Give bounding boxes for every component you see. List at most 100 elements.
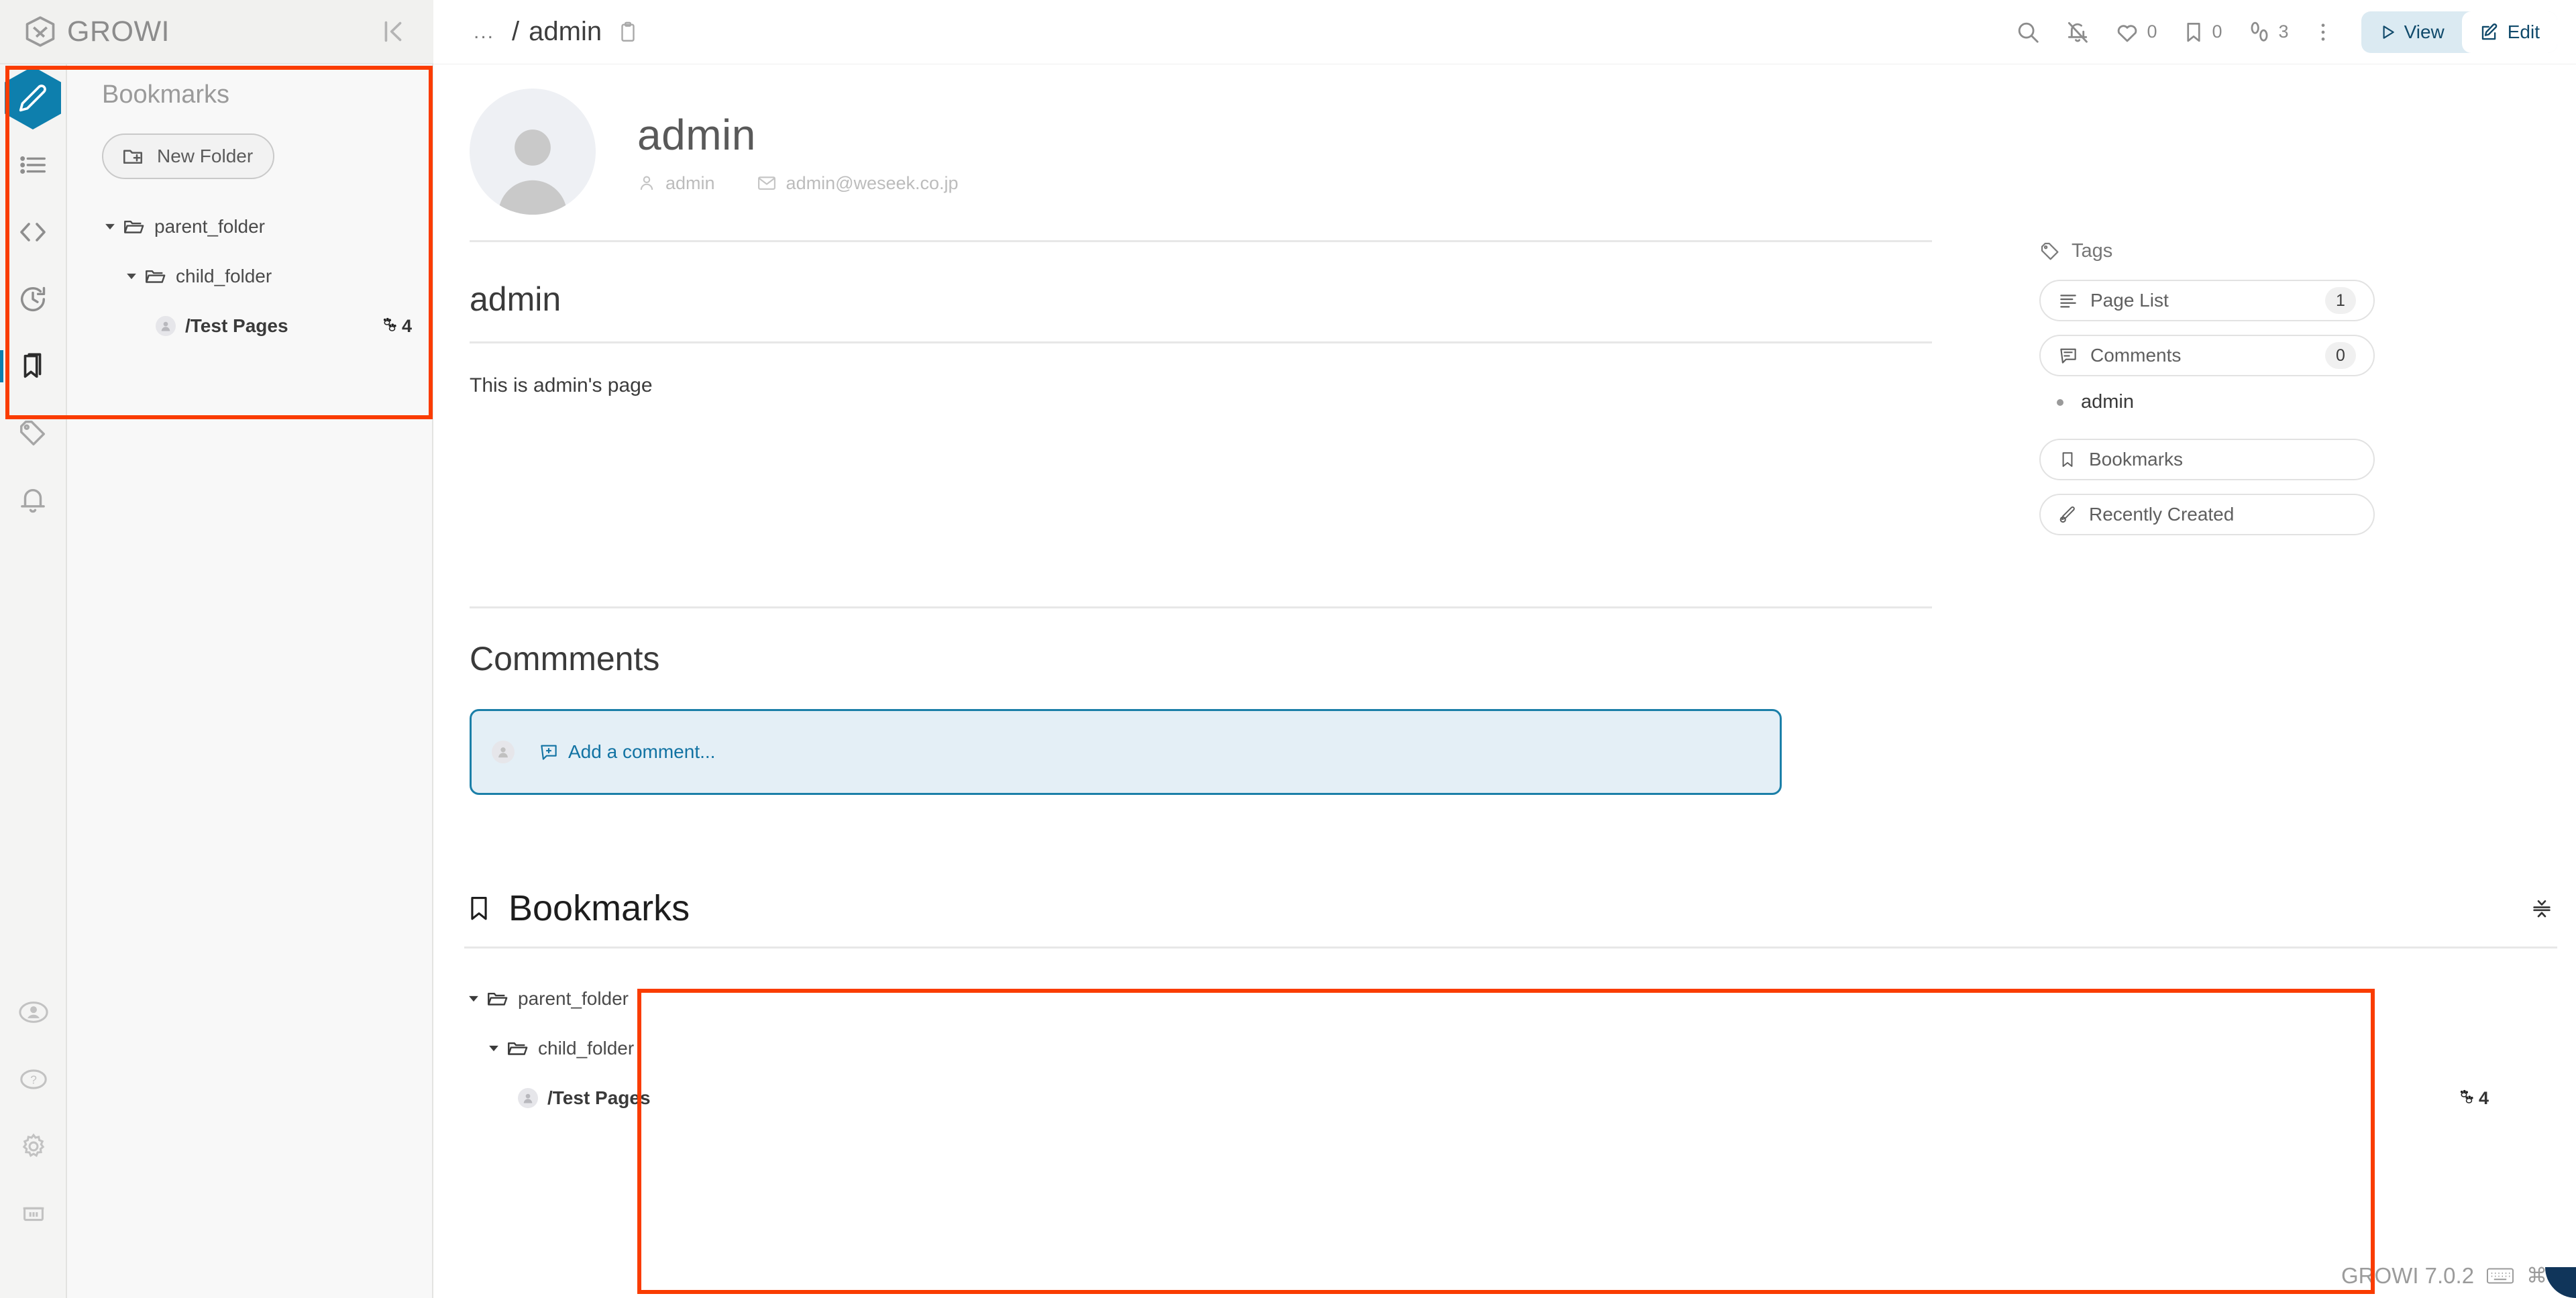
tree-row[interactable]: parent_folder: [67, 202, 432, 252]
view-button[interactable]: View: [2361, 11, 2462, 53]
page-list-entry-label: admin: [2081, 391, 2134, 413]
tree-row-label: child_folder: [538, 1038, 635, 1059]
recently-created-label: Recently Created: [2089, 504, 2235, 525]
tags-label: Tags: [2072, 240, 2113, 262]
bullet-dot-icon: [2057, 398, 2063, 406]
rail-item-help[interactable]: ?: [0, 1046, 67, 1113]
sidebar-collapse-icon[interactable]: [377, 16, 408, 47]
tree-row[interactable]: child_folder: [67, 252, 432, 301]
page-list-button[interactable]: Page List 1: [2039, 280, 2375, 321]
bookmark-counter[interactable]: 0: [2169, 20, 2235, 44]
brand-name: GROWI: [67, 15, 170, 48]
comments-title: Commments: [470, 640, 660, 678]
page-topbar: ... / admin 0 0 3 View Edit: [433, 0, 2576, 64]
paw-icon: [2457, 1088, 2477, 1108]
comment-plus-icon: [539, 742, 559, 762]
collapse-vertical-icon[interactable]: [2530, 897, 2553, 920]
seen-users-count: 4: [380, 316, 412, 337]
seen-counter[interactable]: 3: [2235, 19, 2301, 45]
recently-created-button[interactable]: Recently Created: [2039, 494, 2375, 535]
tree-row[interactable]: /Test Pages 4: [67, 301, 432, 351]
chevron-down-icon[interactable]: [462, 991, 486, 1006]
page-title-divider: [470, 341, 1932, 343]
user-icon: [637, 174, 656, 193]
tree-row[interactable]: parent_folder: [433, 974, 2576, 1024]
chevron-down-icon[interactable]: [482, 1041, 506, 1056]
chevron-down-icon[interactable]: [119, 269, 144, 284]
tree-row[interactable]: child_folder: [433, 1024, 2576, 1073]
profile-email-value: admin@weseek.co.jp: [786, 172, 959, 193]
rail-item-editor[interactable]: [0, 64, 66, 131]
list-icon: [2058, 290, 2078, 311]
comments-section: Commments Add a comment...: [433, 608, 2576, 795]
version-info: GROWI 7.0.2 ⌘-/: [2341, 1263, 2560, 1289]
rail-item-code[interactable]: [0, 199, 66, 266]
seen-users-count: 4: [2457, 1088, 2489, 1109]
keyboard-icon[interactable]: [2486, 1264, 2514, 1287]
tree-row-label: child_folder: [176, 266, 272, 286]
left-icon-rail: ?: [0, 0, 67, 1298]
add-comment-link[interactable]: Add a comment...: [539, 741, 715, 763]
comment-icon: [2058, 345, 2078, 366]
mail-icon: [757, 173, 777, 193]
like-count-value: 0: [2147, 21, 2157, 42]
growi-app: ? GROWI Bookmarks New Folder parent_fold…: [0, 0, 2576, 1298]
rail-item-recent-changes[interactable]: [0, 266, 66, 333]
svg-text:?: ?: [30, 1073, 37, 1087]
rail-item-tags[interactable]: [0, 400, 66, 467]
pen-clock-icon: [2058, 505, 2077, 524]
rail-item-trash[interactable]: [0, 1180, 67, 1247]
bookmarks-panel-title: Bookmarks: [508, 888, 690, 928]
profile-username-value: admin: [665, 172, 715, 193]
rail-item-bookmarks[interactable]: [0, 333, 66, 400]
comments-label: Comments: [2090, 345, 2182, 366]
resize-corner: [2545, 1267, 2576, 1298]
rail-item-settings[interactable]: [0, 1113, 67, 1180]
clipboard-icon[interactable]: [616, 21, 639, 44]
tree-row-label: /Test Pages: [185, 315, 288, 336]
breadcrumb-ellipsis[interactable]: ...: [474, 21, 494, 44]
rail-item-notifications[interactable]: [0, 467, 66, 534]
view-label: View: [2404, 21, 2445, 42]
folder-open-icon: [506, 1037, 529, 1060]
page-side-panel: Tags Page List 1 Comments 0 admin Bookma…: [2039, 240, 2375, 549]
topbar-actions: 0 0 3 View Edit: [2003, 11, 2557, 53]
new-folder-button[interactable]: New Folder: [102, 133, 275, 179]
edit-button[interactable]: Edit: [2461, 11, 2557, 53]
page-list-entry[interactable]: admin: [2057, 391, 2375, 413]
search-icon[interactable]: [2003, 19, 2053, 45]
edit-pencil-square-icon: [2479, 22, 2500, 42]
tag-icon: [2039, 241, 2061, 262]
rail-top-group: [0, 0, 66, 534]
breadcrumb-page[interactable]: admin: [529, 17, 602, 47]
bookmarks-button-label: Bookmarks: [2089, 449, 2184, 470]
tags-row[interactable]: Tags: [2039, 240, 2375, 262]
seen-count-value: 3: [2278, 21, 2289, 42]
folder-plus-icon: [121, 144, 145, 168]
bookmarks-button[interactable]: Bookmarks: [2039, 439, 2375, 480]
paw-icon: [380, 316, 400, 336]
tree-row[interactable]: /Test Pages 4: [433, 1073, 2576, 1123]
add-comment-box[interactable]: Add a comment...: [470, 709, 1782, 795]
add-comment-label: Add a comment...: [568, 741, 716, 762]
bookmark-icon: [464, 894, 494, 923]
folder-open-icon: [486, 987, 508, 1010]
seen-count-value: 4: [2478, 1087, 2489, 1108]
chevron-down-icon[interactable]: [98, 219, 122, 234]
three-dots-vertical-icon[interactable]: [2301, 19, 2345, 45]
rail-item-page-list[interactable]: [0, 131, 66, 199]
comments-button[interactable]: Comments 0: [2039, 335, 2375, 376]
rail-item-account[interactable]: [0, 979, 67, 1046]
folder-open-icon: [122, 215, 145, 238]
footprints-icon: [2247, 19, 2272, 45]
like-counter[interactable]: 0: [2102, 19, 2169, 45]
bookmark-icon: [2058, 450, 2077, 469]
bell-off-icon[interactable]: [2053, 19, 2102, 45]
profile-username: admin: [637, 173, 715, 194]
avatar: [156, 316, 176, 336]
avatar: [492, 741, 515, 763]
bookmarks-sidebar: GROWI Bookmarks New Folder parent_folder…: [0, 0, 433, 1298]
new-folder-label: New Folder: [157, 146, 254, 166]
sidebar-title: Bookmarks: [102, 80, 230, 109]
version-label: GROWI 7.0.2: [2341, 1263, 2475, 1288]
